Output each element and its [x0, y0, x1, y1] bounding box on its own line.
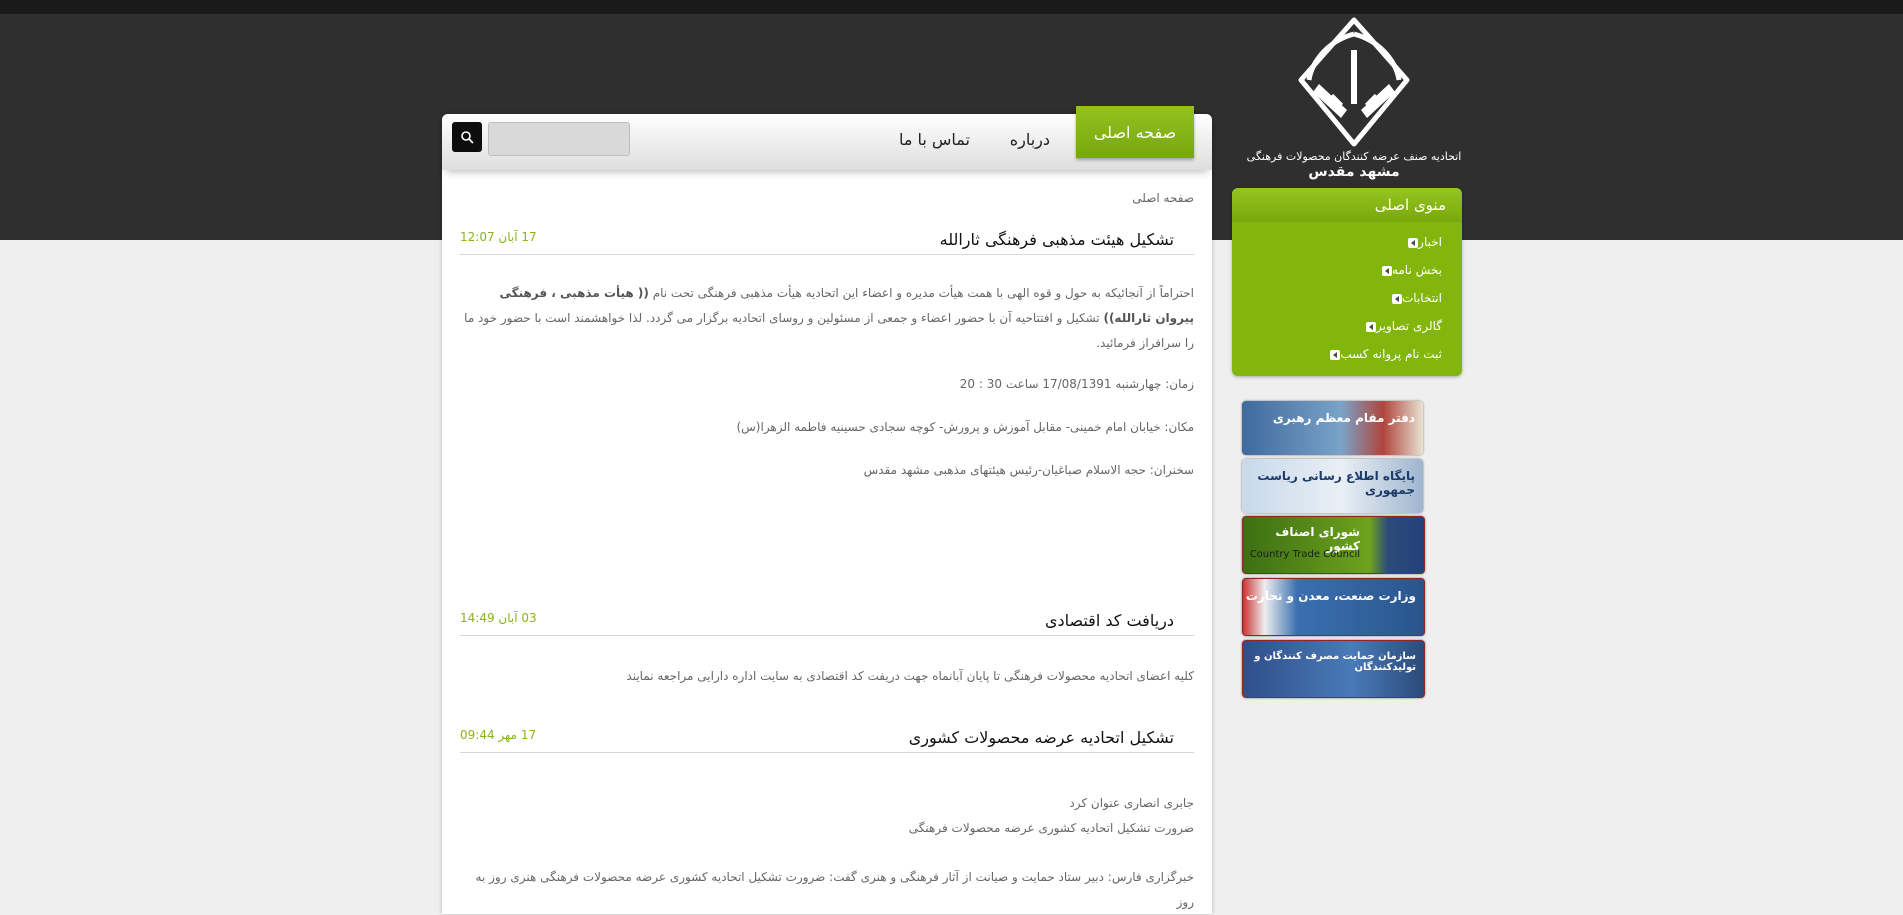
- article-line: ضرورت تشکیل اتحادیه کشوری عرضه محصولات ف…: [908, 821, 1194, 835]
- banner-ministry-industry[interactable]: وزارت صنعت، معدن و تجارت: [1242, 578, 1425, 636]
- search-button[interactable]: [452, 122, 482, 152]
- search-icon: [461, 131, 474, 144]
- logo-title: اتحادیه صنف عرضه کنندگان محصولات فرهنگی: [1246, 150, 1462, 163]
- main-content: صفحه اصلی درباره تماس با ما صفحه اصلی تش…: [442, 106, 1212, 915]
- article-body: کلیه اعضای اتحادیه محصولات فرهنگی تا پای…: [626, 669, 1194, 683]
- sidebar-item-label: گالری تصاویر: [1375, 319, 1442, 333]
- arrow-icon: [1392, 293, 1402, 304]
- news-article: تشکیل اتحادیه عرضه محصولات کشوری 17 مهر …: [460, 722, 1194, 915]
- logo-subtitle: مشهد مقدس: [1308, 164, 1400, 180]
- sidebar-item-label: انتخابات: [1402, 291, 1442, 305]
- arrow-icon: [1330, 349, 1341, 360]
- sidebar-item-label: اخبار: [1418, 235, 1442, 249]
- nav-contact-link[interactable]: تماس با ما: [899, 130, 970, 149]
- article-date: 17 آبان 12:07: [460, 230, 537, 244]
- banner-title: پایگاه اطلاع رسانی ریاست جمهوری: [1257, 469, 1415, 497]
- article-place: مکان: خیابان امام خمینی- مقابل آموزش و پ…: [736, 420, 1194, 434]
- banner-subtitle: Country Trade Council: [1249, 549, 1360, 560]
- arrow-icon: [1381, 265, 1392, 276]
- breadcrumb[interactable]: صفحه اصلی: [1132, 191, 1194, 205]
- body-text: احتراماً از آنجائیکه به حول و قوه الهی ب…: [648, 286, 1194, 300]
- banner-title: سازمان حمایت مصرف کنندگان و تولیدکنندگان: [1254, 651, 1416, 673]
- body-text: تشکیل و افتتاحیه آن با حضور اعضاء و جمعی…: [464, 311, 1194, 350]
- banner-consumer-protection[interactable]: سازمان حمایت مصرف کنندگان و تولیدکنندگان: [1242, 640, 1425, 698]
- logo-emblem-icon: [1298, 17, 1410, 147]
- nav-home-tab[interactable]: صفحه اصلی: [1076, 106, 1194, 158]
- sidebar-item-elections[interactable]: انتخابات: [1384, 290, 1442, 306]
- article-header: تشکیل هیئت مذهبی فرهنگی ثارالله 17 آبان …: [460, 224, 1194, 255]
- article-title[interactable]: تشکیل هیئت مذهبی فرهنگی ثارالله: [940, 230, 1174, 249]
- article-date: 17 مهر 09:44: [460, 728, 537, 742]
- article-speakers: سخنران: حجه الاسلام صباغیان-رئیس هیئتهای…: [863, 463, 1194, 477]
- article-header: دریافت کد اقتصادی 03 آبان 14:49: [460, 605, 1194, 636]
- banner-presidency[interactable]: پایگاه اطلاع رسانی ریاست جمهوری: [1242, 459, 1423, 513]
- sidebar-item-label: بخش نامه: [1391, 263, 1442, 277]
- article-date: 03 آبان 14:49: [460, 611, 537, 625]
- arrow-icon: [1408, 237, 1419, 248]
- banner-title: وزارت صنعت، معدن و تجارت: [1245, 589, 1416, 603]
- sidebar-item-news[interactable]: اخبار: [1400, 234, 1442, 250]
- article-time: زمان: چهارشنبه 17/08/1391 ساعت 30 : 20: [959, 377, 1194, 391]
- arrow-icon: [1365, 321, 1376, 332]
- nav-about-link[interactable]: درباره: [1010, 130, 1050, 149]
- article-line: جابری انصاری عنوان کرد: [1069, 796, 1194, 810]
- news-article: تشکیل هیئت مذهبی فرهنگی ثارالله 17 آبان …: [460, 224, 1194, 483]
- article-title[interactable]: دریافت کد اقتصادی: [1045, 611, 1174, 630]
- article-line: خبرگزاری فارس: دبیر ستاد حمایت و صیانت ا…: [475, 870, 1194, 909]
- top-bar: [0, 0, 1903, 14]
- banner-leader-office[interactable]: دفتر مقام معظم رهبری: [1242, 401, 1423, 455]
- sidebar-menu: منوی اصلی اخبار بخش نامه انتخابات گالری …: [1232, 188, 1462, 376]
- sidebar-title-text: منوی اصلی: [1374, 196, 1446, 214]
- article-header: تشکیل اتحادیه عرضه محصولات کشوری 17 مهر …: [460, 722, 1194, 753]
- article-title[interactable]: تشکیل اتحادیه عرضه محصولات کشوری: [909, 728, 1174, 747]
- sidebar-item-circulars[interactable]: بخش نامه: [1374, 262, 1442, 278]
- banner-trade-council[interactable]: شورای اصناف کشور Country Trade Council: [1242, 516, 1425, 574]
- banner-title: دفتر مقام معظم رهبری: [1272, 411, 1415, 425]
- news-article: دریافت کد اقتصادی 03 آبان 14:49 کلیه اعض…: [460, 605, 1194, 689]
- navbar: صفحه اصلی درباره تماس با ما: [442, 106, 1212, 170]
- sidebar-item-label: ثبت نام پروانه کسب: [1340, 347, 1442, 361]
- sidebar-item-gallery[interactable]: گالری تصاویر: [1358, 318, 1442, 334]
- sidebar-title: منوی اصلی: [1232, 188, 1462, 222]
- site-logo[interactable]: اتحادیه صنف عرضه کنندگان محصولات فرهنگی …: [1246, 14, 1462, 184]
- search-input[interactable]: [488, 122, 630, 156]
- sidebar-item-license[interactable]: ثبت نام پروانه کسب: [1322, 346, 1442, 362]
- article-body: احتراماً از آنجائیکه به حول و قوه الهی ب…: [460, 281, 1194, 356]
